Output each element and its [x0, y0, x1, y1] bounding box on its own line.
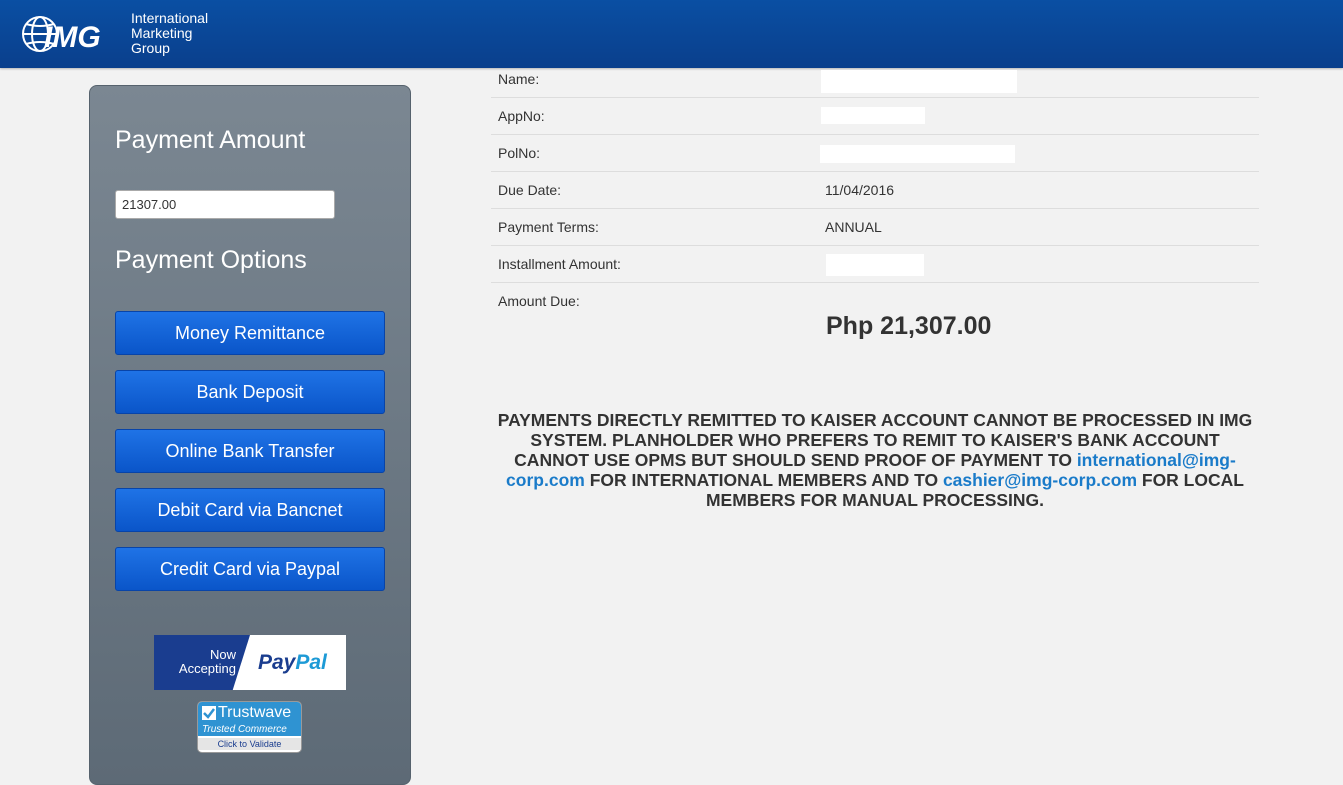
bank-deposit-button[interactable]: Bank Deposit: [115, 370, 385, 414]
detail-label: Due Date:: [498, 182, 562, 198]
redacted-value: [820, 145, 1015, 163]
company-name: International Marketing Group: [131, 11, 208, 56]
trustwave-tagline: Trusted Commerce: [198, 724, 301, 736]
detail-label: PolNo:: [498, 145, 541, 161]
payment-amount-input[interactable]: [115, 190, 335, 219]
notice-text-2: FOR INTERNATIONAL MEMBERS AND TO: [584, 470, 943, 490]
detail-row-name: Name:: [491, 61, 1259, 98]
company-name-line-3: Group: [131, 40, 170, 56]
debit-card-bancnet-button[interactable]: Debit Card via Bancnet: [115, 488, 385, 532]
trustwave-check-icon: [202, 706, 216, 720]
detail-label: Installment Amount:: [498, 256, 621, 272]
due-date-value: 11/04/2016: [825, 182, 895, 198]
detail-row-payment-terms: Payment Terms: ANNUAL: [491, 209, 1259, 246]
detail-row-installment-amount: Installment Amount:: [491, 246, 1259, 283]
paypal-accepting-text: Accepting: [178, 661, 236, 676]
online-bank-transfer-button[interactable]: Online Bank Transfer: [115, 429, 385, 473]
paypal-logo-pal: Pal: [295, 651, 327, 674]
payment-notice: PAYMENTS DIRECTLY REMITTED TO KAISER ACC…: [491, 410, 1259, 510]
paypal-now-accepting: Now Accepting: [154, 635, 250, 690]
trustwave-header: Trustwave: [198, 702, 301, 724]
money-remittance-button[interactable]: Money Remittance: [115, 311, 385, 355]
payment-amount-heading: Payment Amount: [115, 126, 306, 154]
detail-label: Amount Due:: [498, 293, 580, 309]
cashier-email-link[interactable]: cashier@img-corp.com: [943, 470, 1137, 490]
trustwave-validate-link[interactable]: Click to Validate: [198, 738, 301, 750]
redacted-value: [821, 70, 1017, 93]
paypal-logo-pay: Pay: [258, 651, 296, 674]
detail-row-appno: AppNo:: [491, 98, 1259, 135]
trustwave-seal[interactable]: Trustwave Trusted Commerce Click to Vali…: [197, 701, 302, 753]
payment-sidebar: Payment Amount Payment Options Money Rem…: [89, 85, 411, 785]
company-name-line-1: International: [131, 10, 209, 26]
detail-label: Name:: [498, 71, 540, 87]
paypal-accepted-badge: Now Accepting PayPal: [154, 635, 346, 690]
redacted-value: [826, 254, 924, 276]
credit-card-paypal-button[interactable]: Credit Card via Paypal: [115, 547, 385, 591]
paypal-logo: PayPal: [250, 635, 346, 690]
detail-label: Payment Terms:: [498, 219, 599, 235]
detail-row-polno: PolNo:: [491, 135, 1259, 172]
img-globe-logo-icon[interactable]: IMG: [20, 12, 124, 56]
top-header-bar: IMG International Marketing Group: [0, 0, 1343, 68]
payment-options-heading: Payment Options: [115, 246, 307, 274]
company-name-line-2: Marketing: [131, 25, 193, 41]
detail-row-due-date: Due Date: 11/04/2016: [491, 172, 1259, 209]
detail-row-amount-due: Amount Due: Php 21,307.00: [491, 283, 1259, 363]
trustwave-name: Trustwave: [218, 704, 292, 721]
redacted-value: [821, 107, 925, 124]
paypal-now-text: Now: [209, 647, 236, 662]
payment-terms-value: ANNUAL: [825, 219, 882, 235]
brand-mark-text: IMG: [44, 21, 101, 54]
amount-due-value: Php 21,307.00: [826, 312, 992, 340]
policy-details-table: Name: AppNo: PolNo: Due Date: 11/04/2016…: [491, 61, 1259, 363]
detail-label: AppNo:: [498, 108, 545, 124]
